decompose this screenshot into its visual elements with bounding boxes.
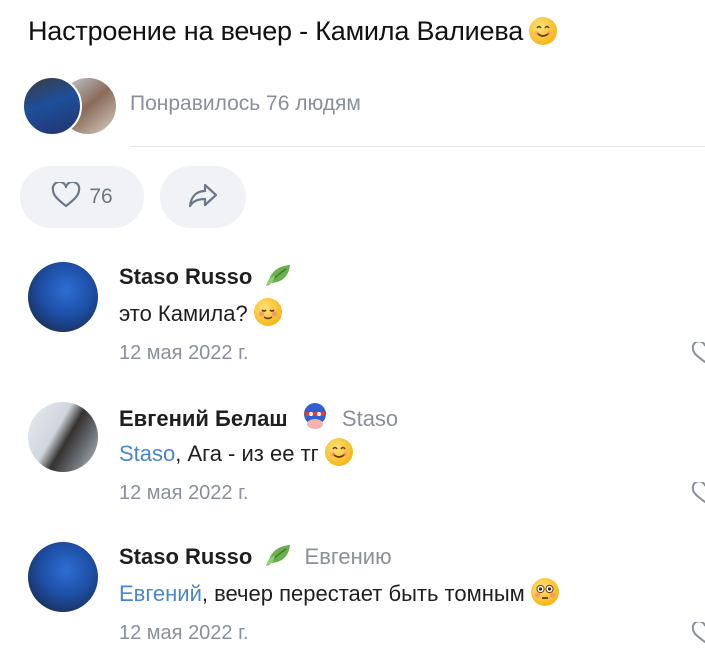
avatar[interactable] xyxy=(28,542,98,612)
comment-author[interactable]: Staso Russo xyxy=(119,262,292,294)
likes-summary[interactable]: Понравилось 76 людям xyxy=(130,92,361,116)
flushed-face-emoji-icon xyxy=(530,578,559,606)
like-count: 76 xyxy=(89,185,113,208)
smiling-face-emoji-icon xyxy=(529,17,558,45)
likes-row[interactable]: Понравилось 76 людям xyxy=(22,76,705,136)
liker-avatars[interactable] xyxy=(22,76,118,136)
post-title: Настроение на вечер - Камила Валиева xyxy=(28,16,558,47)
blushing-face-emoji-icon xyxy=(253,298,282,326)
leaf-icon xyxy=(264,262,292,294)
comment-author[interactable]: Евгений Белаш Staso xyxy=(119,402,398,436)
like-button[interactable]: 76 xyxy=(20,166,144,228)
comment-date: 12 мая 2022 г. xyxy=(119,482,249,504)
reply-to-name[interactable]: Евгению xyxy=(305,544,392,569)
mention-link[interactable]: Евгений xyxy=(119,581,202,606)
comment-date: 12 мая 2022 г. xyxy=(119,342,249,364)
superhero-mask-icon xyxy=(300,402,330,436)
comment-like-icon[interactable] xyxy=(691,622,705,644)
post-title-text: Настроение на вечер - Камила Валиева xyxy=(28,16,524,46)
share-button[interactable] xyxy=(160,166,246,228)
comment-author[interactable]: Staso Russo Евгению xyxy=(119,542,392,574)
comment-like-icon[interactable] xyxy=(691,482,705,504)
reply-to-name[interactable]: Staso xyxy=(342,406,398,431)
share-arrow-icon xyxy=(187,181,219,214)
comment-text: Staso, Ага - из ее тг xyxy=(119,438,353,467)
avatar[interactable] xyxy=(28,262,98,332)
comment-item: Евгений Белаш Staso Staso, Ага - из ее т… xyxy=(28,402,705,522)
comment-date: 12 мая 2022 г. xyxy=(119,622,249,644)
heart-outline-icon xyxy=(51,180,81,213)
comment-like-icon[interactable] xyxy=(691,342,705,364)
leaf-icon xyxy=(264,542,292,574)
avatar[interactable] xyxy=(28,402,98,472)
comment-item: Staso Russo Евгению Евгений, вечер перес… xyxy=(28,542,705,662)
mention-link[interactable]: Staso xyxy=(119,441,175,466)
divider xyxy=(130,146,705,147)
comment-text: Евгений, вечер перестает быть томным xyxy=(119,578,559,607)
liker-avatar[interactable] xyxy=(22,76,82,136)
smiling-face-emoji-icon xyxy=(324,438,353,466)
comment-text: это Камила? xyxy=(119,298,282,327)
comment-item: Staso Russo это Камила? 12 мая 2022 г. xyxy=(28,262,705,382)
